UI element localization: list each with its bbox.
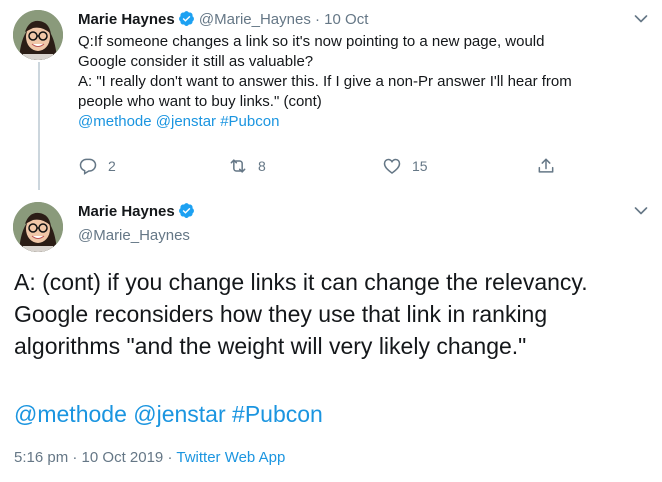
separator-dot: · <box>315 11 320 28</box>
like-count: 15 <box>412 158 428 174</box>
tweet-source-link[interactable]: Twitter Web App <box>176 449 285 466</box>
retweet-icon <box>230 159 246 173</box>
tweet-text-line: A: (cont) if you change links it can cha… <box>14 269 588 295</box>
tweet-text-line: Q:If someone changes a link so it's now … <box>78 33 545 50</box>
verified-badge-icon <box>178 11 194 26</box>
avatar[interactable] <box>13 202 63 252</box>
tweet-mentions: @methode @jenstar #Pubcon <box>14 398 323 430</box>
mention-link[interactable]: @jenstar <box>133 401 225 427</box>
retweet-button[interactable]: 8 <box>228 154 266 178</box>
share-button[interactable] <box>536 154 566 178</box>
tweet-time[interactable]: 5:16 pm <box>14 449 68 466</box>
tweet-text-line: algorithms "and the weight will very lik… <box>14 333 527 359</box>
avatar[interactable] <box>13 10 63 60</box>
tweet-text: Q:If someone changes a link so it's now … <box>78 32 648 132</box>
tweet-date[interactable]: 10 Oct <box>324 11 368 28</box>
chevron-down-icon[interactable] <box>634 206 648 216</box>
like-button[interactable]: 15 <box>382 154 428 178</box>
reply-button[interactable]: 2 <box>78 154 116 178</box>
reply-count: 2 <box>108 158 116 174</box>
tweet-text-line: Google consider it still as valuable? <box>78 53 314 70</box>
retweet-count: 8 <box>258 158 266 174</box>
hashtag-link[interactable]: #Pubcon <box>232 401 323 427</box>
thread-connector-line <box>38 62 40 190</box>
mention-link[interactable]: @jenstar <box>156 113 216 130</box>
author-name[interactable]: Marie Haynes <box>78 203 175 220</box>
tweet-text: A: (cont) if you change links it can cha… <box>14 266 654 362</box>
hashtag-link[interactable]: #Pubcon <box>220 113 279 130</box>
tweet-mentions: @methode @jenstar #Pubcon <box>78 112 648 132</box>
heart-icon <box>383 158 401 175</box>
tweet-text-line: people who want to buy links." (cont) <box>78 93 322 110</box>
tweet-header: Marie Haynes @Marie_Haynes · 10 Oct <box>78 10 368 30</box>
separator-dot: · <box>72 449 78 466</box>
author-handle[interactable]: @Marie_Haynes <box>199 11 311 28</box>
tweet-text-line: A: "I really don't want to answer this. … <box>78 73 572 90</box>
reply-icon <box>79 158 97 175</box>
tweet-metadata: 5:16 pm · 10 Oct 2019 · Twitter Web App <box>14 448 285 468</box>
author-handle[interactable]: @Marie_Haynes <box>78 226 190 246</box>
verified-badge-icon <box>178 203 194 218</box>
author-name[interactable]: Marie Haynes <box>78 11 175 28</box>
tweet-actions: 2 8 15 <box>78 154 558 178</box>
tweet-text-line: Google reconsiders how they use that lin… <box>14 301 548 327</box>
mention-link[interactable]: @methode <box>14 401 127 427</box>
tweet-date[interactable]: 10 Oct 2019 <box>82 449 164 466</box>
share-icon <box>538 158 554 173</box>
separator-dot: · <box>167 449 173 466</box>
mention-link[interactable]: @methode <box>78 113 152 130</box>
chevron-down-icon[interactable] <box>634 14 648 24</box>
tweet-header: Marie Haynes <box>78 202 195 222</box>
